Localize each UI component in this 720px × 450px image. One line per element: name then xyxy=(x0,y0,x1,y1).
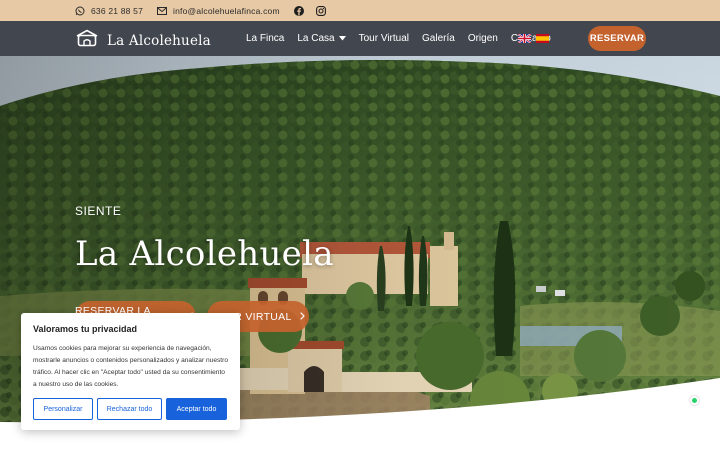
nav-item-la-casa[interactable]: La Casa xyxy=(297,33,346,44)
cookie-consent-dialog: Valoramos tu privacidad Usamos cookies p… xyxy=(21,313,240,430)
page: 636 21 88 57 info@alcolehuelafinca.com L… xyxy=(0,0,720,450)
hero-title: La Alcolehuela xyxy=(75,234,334,274)
facebook-icon[interactable] xyxy=(293,5,304,16)
instagram-icon[interactable] xyxy=(315,5,326,16)
phone-link[interactable]: 636 21 88 57 xyxy=(75,6,143,16)
nav-item-label: La Casa xyxy=(297,33,335,44)
nav-item-tour-virtual[interactable]: Tour Virtual xyxy=(359,33,409,44)
mail-icon xyxy=(157,6,168,15)
cookie-text: Usamos cookies para mejorar su experienc… xyxy=(33,345,228,388)
email-address: info@alcolehuelafinca.com xyxy=(173,5,280,16)
nav-item-galeria[interactable]: Galería xyxy=(422,33,455,44)
caret-down-icon xyxy=(338,33,346,44)
spain-flag-icon[interactable] xyxy=(536,34,549,43)
whatsapp-chat-icon[interactable] xyxy=(690,396,699,405)
hero-eyebrow: SIENTE xyxy=(75,204,122,218)
top-contact-bar: 636 21 88 57 info@alcolehuelafinca.com xyxy=(0,0,720,21)
logo-text: La Alcolehuela xyxy=(107,32,211,49)
email-link[interactable]: info@alcolehuelafinca.com xyxy=(157,6,280,16)
site-logo[interactable]: La Alcolehuela xyxy=(75,29,211,52)
nav-item-la-finca[interactable]: La Finca xyxy=(246,33,284,44)
language-switcher xyxy=(518,34,549,43)
cookie-buttons: Personalizar Rechazar todo Aceptar todo xyxy=(33,398,227,420)
reserve-button[interactable]: RESERVAR xyxy=(588,26,646,51)
chevron-right-icon xyxy=(299,311,305,323)
accept-all-button[interactable]: Aceptar todo xyxy=(166,398,227,420)
phone-number: 636 21 88 57 xyxy=(91,5,144,16)
nav-menu: La Finca La Casa Tour Virtual Galería Or… xyxy=(246,21,564,56)
nav-item-origen[interactable]: Origen xyxy=(468,33,498,44)
customize-button[interactable]: Personalizar xyxy=(33,398,93,420)
main-navigation: La Alcolehuela La Finca La Casa Tour Vir… xyxy=(0,21,720,56)
house-logo-icon xyxy=(75,29,99,52)
uk-flag-icon[interactable] xyxy=(518,34,531,43)
whatsapp-icon xyxy=(75,6,85,16)
reject-all-button[interactable]: Rechazar todo xyxy=(97,398,162,420)
cookie-title: Valoramos tu privacidad xyxy=(33,324,138,334)
